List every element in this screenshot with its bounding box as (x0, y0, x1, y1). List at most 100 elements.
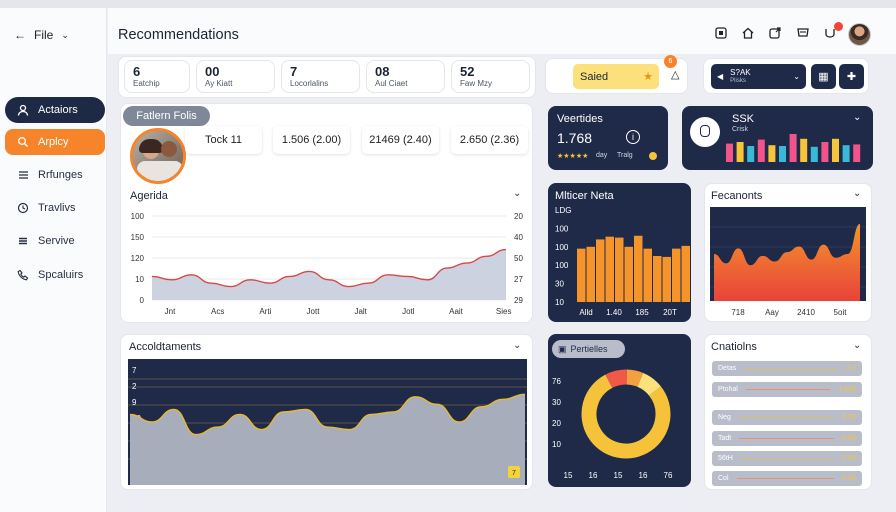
facements-chart: 718 Aay 2410 5oit (710, 207, 866, 317)
x-tick-label: 2410 (797, 308, 815, 317)
cnation-label: Neg (718, 414, 731, 421)
bar (634, 235, 643, 302)
accoundents-chart: 729106267 (128, 359, 527, 485)
star-icon: ★ (643, 71, 653, 83)
pie-slice (626, 369, 644, 387)
stat-card[interactable]: 08 Aul Ciaet (366, 60, 445, 93)
portfolios-chart: 76 30 20 10 15 16 15 16 76 (552, 369, 673, 480)
x-tick-label: Jott (307, 307, 321, 316)
bar (615, 237, 624, 302)
cnations-title: Cnatiolns (711, 341, 757, 353)
y2-tick-label: 29 (514, 296, 523, 305)
sidebar-item-3[interactable]: Travlivs (5, 195, 105, 221)
ssk-bar (800, 138, 808, 162)
y-tick-label: 100 (131, 212, 145, 221)
y-tick-label: LDG (555, 206, 571, 215)
x-tick-label: 185 (635, 308, 649, 317)
chevron-down-icon[interactable]: ⌄ (853, 340, 861, 351)
cnation-row[interactable]: Tadt 0.66 (712, 431, 862, 446)
sidebar-item-label: Spcaluirs (38, 269, 84, 281)
featured-tag[interactable]: 1.506 (2.00) (273, 126, 350, 154)
ssk-bar (821, 142, 829, 162)
copy-icon[interactable] (713, 25, 729, 41)
cnation-value: 5.55 (842, 414, 856, 421)
file-menu[interactable]: ← File ⌄ (14, 28, 69, 42)
move-button[interactable]: ✚ (839, 64, 864, 89)
grid-icon: ▦ (818, 71, 829, 83)
manager-chart: LDG 100 100 100 30 10 Alld 1.40 185 20T (555, 206, 690, 317)
home-icon[interactable] (740, 25, 756, 41)
cnation-row[interactable]: Neg 5.55 (712, 410, 862, 425)
sparkline (740, 458, 835, 459)
chevron-down-icon: ⌄ (61, 29, 69, 40)
move-icon: ✚ (846, 71, 857, 83)
chevron-down-icon[interactable]: ⌄ (853, 188, 861, 199)
cnation-row[interactable]: Ptohal 1.356 (712, 382, 862, 397)
accoundents-title: Accoldtaments (129, 341, 202, 353)
x-tick-label: 16 (639, 471, 648, 480)
stat-label: Aul Ciaet (375, 79, 408, 88)
page-title: Recommendations (118, 27, 239, 43)
rating-stars-icon: ★★★★★ (557, 153, 589, 160)
info-icon[interactable]: i (626, 130, 640, 144)
cnation-value: 2.2 (846, 365, 856, 372)
featured-tag[interactable]: Tock 11 (185, 126, 262, 154)
ssk-bar (832, 138, 839, 162)
stat-value: 6 (133, 64, 141, 79)
portfolios-pill[interactable]: ▣ Pertielles (552, 340, 625, 358)
cnation-row[interactable]: Detas 2.2 (712, 361, 862, 376)
x-tick-label: 15 (614, 471, 623, 480)
sidebar-item-4[interactable]: Servive (5, 228, 105, 254)
back-arrow-icon[interactable]: ← (14, 28, 26, 42)
ssk-bar (853, 144, 861, 162)
y-tick-label: 9 (132, 398, 137, 407)
sparkline (736, 478, 835, 479)
clock-icon (17, 202, 29, 214)
sidebar-item-2[interactable]: Rrfunges (5, 162, 105, 188)
stat-card[interactable]: 7 Locorlalins (281, 60, 360, 93)
dropdown-sublabel: Plisks (730, 77, 746, 84)
stat-card[interactable]: 52 Faw Mzy (451, 60, 530, 93)
verifications-sub: day (596, 152, 608, 159)
cnation-value: 5.50 (842, 475, 856, 482)
featured-tag[interactable]: 2.650 (2.36) (451, 126, 528, 154)
tag-label: 21469 (2.40) (369, 134, 432, 146)
sidebar-item-label: Rrfunges (38, 169, 83, 181)
cnation-row[interactable]: Col 5.50 (712, 471, 862, 486)
tag-label: 2.650 (2.36) (459, 134, 520, 146)
message-icon[interactable] (795, 25, 811, 41)
y-tick-label: 100 (555, 243, 569, 252)
chevron-down-icon: ⌄ (793, 72, 800, 81)
saved-button[interactable]: Saied ★ (573, 64, 659, 89)
cnation-label: Ptohal (718, 386, 738, 393)
featured-pill[interactable]: Fatlern Folis (123, 106, 210, 126)
share-icon[interactable] (767, 25, 783, 41)
stat-card[interactable]: 6 Eatchip (124, 60, 190, 93)
chevron-down-icon[interactable]: ⌄ (513, 340, 521, 351)
stat-label: Eatchip (133, 79, 160, 88)
chevron-down-icon[interactable]: ⌄ (513, 188, 521, 199)
x-tick-label: 5oit (834, 308, 848, 317)
stat-card[interactable]: 00 Ay Kiatt (196, 60, 275, 93)
avatar[interactable] (848, 23, 871, 46)
filter-dropdown[interactable]: ◀ S?AK Plisks ⌄ (711, 64, 806, 89)
x-tick-label: 76 (664, 471, 673, 480)
sidebar-item-1[interactable]: Arplcy (5, 129, 105, 155)
sidebar-item-0[interactable]: Actaiors (5, 97, 105, 123)
chevron-down-icon[interactable]: ⌄ (853, 112, 861, 123)
bar (643, 248, 652, 302)
featured-tag[interactable]: 21469 (2.40) (362, 126, 439, 154)
sidebar-item-5[interactable]: Spcaluirs (5, 262, 105, 288)
cnation-value: 2.50 (842, 455, 856, 462)
cnation-row[interactable]: 56tH 2.50 (712, 451, 862, 466)
x-tick-label: 15 (564, 471, 573, 480)
status-dot (649, 152, 657, 160)
y-tick-label: 150 (131, 233, 145, 242)
sidebar-item-label: Actaiors (38, 104, 78, 116)
y-tick-label: 100 (555, 261, 569, 270)
y-tick-label: 7 (132, 366, 137, 375)
grid-button[interactable]: ▦ (811, 64, 836, 89)
bell-icon[interactable]: △ (671, 68, 679, 81)
search-icon (18, 137, 28, 147)
verifications-title: Veertides (557, 113, 603, 125)
